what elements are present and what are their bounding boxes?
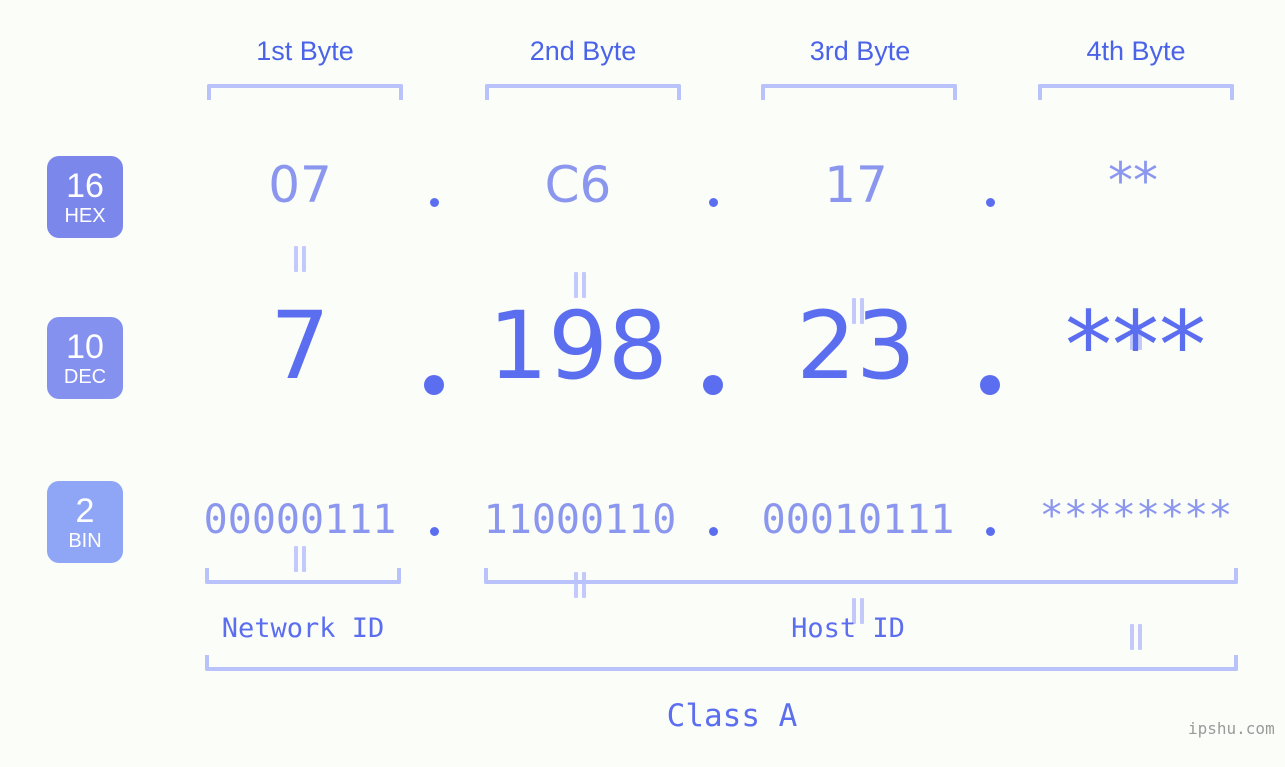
bin-byte-value-4: ******** [1039, 493, 1233, 539]
byte-bracket-1 [207, 84, 403, 100]
class-label: Class A [666, 698, 798, 734]
radix-badge-hex-base: 16 [66, 166, 104, 205]
dec-byte-value-1: 7 [270, 292, 330, 401]
host-id-bracket [484, 568, 1238, 584]
bin-byte-value-1: 00000111 [203, 497, 397, 543]
radix-badge-bin: 2 BIN [47, 481, 123, 563]
hex-byte-value-4: ** [1108, 152, 1158, 210]
equals-connector-4-dec-bin [1128, 624, 1144, 650]
network-id-label: Network ID [221, 613, 385, 644]
bin-separator-dot-1 [430, 527, 439, 536]
hex-byte-value-3: 17 [824, 156, 888, 214]
hex-separator-dot-3 [986, 198, 995, 207]
dec-separator-dot-3 [980, 375, 1000, 395]
dec-byte-value-4: *** [1065, 292, 1206, 401]
hex-byte-value-1: 07 [268, 156, 332, 214]
site-watermark: ipshu.com [1188, 719, 1275, 738]
dec-separator-dot-1 [424, 375, 444, 395]
hex-separator-dot-1 [430, 198, 439, 207]
network-id-bracket [205, 568, 401, 584]
byte-bracket-3 [761, 84, 957, 100]
byte-bracket-4 [1038, 84, 1234, 100]
bin-byte-value-2: 11000110 [483, 497, 677, 543]
dec-separator-dot-2 [703, 375, 723, 395]
radix-badge-bin-name: BIN [68, 529, 102, 552]
class-bracket [205, 655, 1238, 671]
byte-bracket-2 [485, 84, 681, 100]
radix-badge-hex-name: HEX [64, 204, 106, 227]
host-id-label: Host ID [791, 613, 905, 644]
byte-header-label-2: 2nd Byte [529, 36, 637, 66]
byte-header-label-3: 3rd Byte [809, 36, 911, 66]
hex-separator-dot-2 [709, 198, 718, 207]
bin-separator-dot-2 [709, 527, 718, 536]
dec-byte-value-3: 23 [796, 292, 916, 401]
hex-byte-value-2: C6 [544, 156, 612, 214]
byte-header-label-1: 1st Byte [256, 36, 354, 66]
radix-badge-dec-name: DEC [63, 365, 107, 388]
radix-badge-dec: 10 DEC [47, 317, 123, 399]
equals-connector-1-hex-dec [292, 246, 308, 272]
radix-badge-bin-base: 2 [75, 491, 95, 530]
radix-badge-dec-base: 10 [66, 327, 104, 366]
ip-address-breakdown-diagram: 1st Byte 2nd Byte 3rd Byte 4th Byte 16 H… [0, 0, 1285, 767]
dec-byte-value-2: 198 [488, 292, 668, 401]
bin-byte-value-3: 00010111 [761, 497, 955, 543]
radix-badge-hex: 16 HEX [47, 156, 123, 238]
byte-header-label-4: 4th Byte [1086, 36, 1186, 66]
bin-separator-dot-3 [986, 527, 995, 536]
